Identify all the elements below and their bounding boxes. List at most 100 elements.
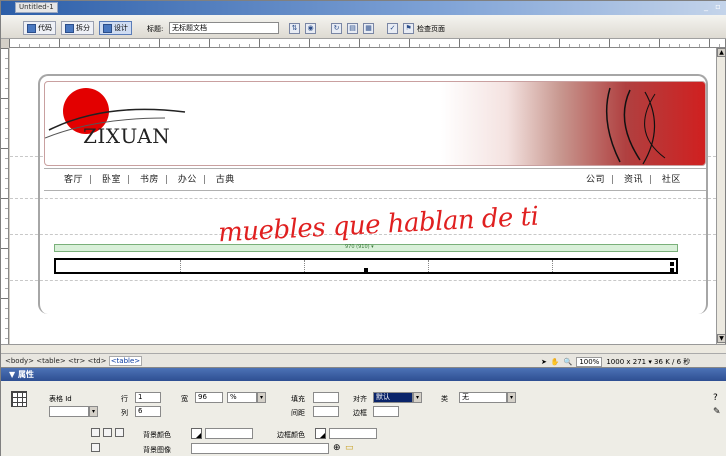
table-resize-handle[interactable] — [670, 262, 674, 266]
bg-image-input[interactable] — [191, 443, 329, 454]
status-right: ➤ ✋ 🔍 100% 1000 x 271 ▾ 36 K / 6 秒 — [541, 357, 690, 367]
bg-color-label: 背景颜色 — [143, 431, 171, 439]
width-input[interactable]: 96 — [195, 392, 223, 403]
design-view-button[interactable]: 设计 — [99, 21, 132, 35]
nav-item-bedroom[interactable]: 卧室 — [102, 172, 121, 185]
nav-item-company[interactable]: 公司 — [586, 172, 605, 185]
design-canvas[interactable]: ZIXUAN 客厅 | 卧室 | 书房 | 办公 | 古典 公司 | 资讯 | 社区 mue… — [10, 48, 716, 344]
border-input[interactable] — [373, 406, 399, 417]
horizontal-ruler[interactable] — [9, 39, 725, 48]
table-width-indicator[interactable]: 970 (910) ▾ — [54, 244, 678, 252]
table-cell-divider — [180, 260, 181, 272]
brand-name: ZIXUAN — [83, 124, 171, 148]
nav-item-news[interactable]: 资讯 — [624, 172, 643, 185]
page-frame: ZIXUAN 客厅 | 卧室 | 书房 | 办公 | 古典 公司 | 资讯 | 社区 mue… — [38, 74, 708, 314]
split-view-button[interactable]: 拆分 — [61, 21, 94, 35]
browse-folder-icon[interactable]: ▭ — [345, 443, 354, 453]
nav-item-study[interactable]: 书房 — [140, 172, 159, 185]
code-icon — [27, 23, 36, 33]
tag-selector[interactable]: <body> <table> <tr> <td> <table> — [5, 356, 143, 366]
border-color-label: 边框颜色 — [277, 431, 305, 439]
nav-right: 公司 | 资讯 | 社区 — [586, 172, 681, 185]
hand-tool-icon[interactable]: ✋ — [551, 358, 560, 366]
cols-input[interactable]: 6 — [135, 406, 161, 417]
zoom-select[interactable]: 100% — [576, 357, 603, 367]
header-banner: ZIXUAN — [44, 81, 706, 166]
table-icon — [11, 391, 27, 407]
spacing-input[interactable] — [313, 406, 339, 417]
help-icon[interactable]: ? — [713, 393, 718, 403]
properties-panel: 表格 Id ▾ 行 1 列 6 宽 96 % ▾ 填充 间距 对齐 默认 ▾ 边… — [1, 381, 726, 456]
nav-top-divider — [44, 168, 706, 169]
horizontal-scrollbar[interactable] — [1, 344, 726, 353]
title-label: 标题: — [147, 25, 164, 33]
convert-widths-icon[interactable] — [115, 428, 124, 437]
document-toolbar: 代码 拆分 设计 标题: 无标题文档 ⇅ ◉ ↻ ▤ ▦ ✓ ⚑ 检查页面 — [1, 15, 726, 39]
nav-item-community[interactable]: 社区 — [662, 172, 681, 185]
bg-color-input[interactable] — [205, 428, 253, 439]
nav-bottom-divider — [44, 190, 706, 191]
table-resize-handle[interactable] — [670, 268, 674, 272]
document-tab[interactable]: Untitled-1 — [15, 2, 58, 13]
clear-column-widths-icon[interactable] — [91, 428, 100, 437]
check-browser-icon[interactable]: ⚑ — [403, 23, 414, 34]
vertical-scrollbar[interactable]: ▲ ▼ — [716, 48, 726, 344]
border-color-input[interactable] — [329, 428, 377, 439]
rows-input[interactable]: 1 — [135, 392, 161, 403]
align-dropdown[interactable]: ▾ — [413, 392, 422, 403]
scroll-down-icon[interactable]: ▼ — [717, 334, 726, 343]
selected-table[interactable] — [54, 258, 678, 274]
minimize-icon[interactable]: _ — [701, 2, 711, 12]
clear-row-heights-icon[interactable] — [103, 428, 112, 437]
validate-icon[interactable]: ✓ — [387, 23, 398, 34]
border-color-swatch[interactable] — [315, 428, 326, 439]
width-unit-dropdown[interactable]: ▾ — [257, 392, 266, 403]
select-tool-icon[interactable]: ➤ — [541, 358, 547, 366]
rows-label: 行 — [121, 395, 128, 403]
table-cell-divider — [304, 260, 305, 272]
zoom-tool-icon[interactable]: 🔍 — [564, 358, 573, 366]
cols-label: 列 — [121, 409, 128, 417]
tagline: muebles que hablan de ti — [217, 201, 540, 249]
nav-item-office[interactable]: 办公 — [178, 172, 197, 185]
split-icon — [65, 23, 74, 33]
point-to-file-icon[interactable]: ⊕ — [333, 443, 341, 453]
tag-path[interactable]: <body> <table> <tr> <td> — [5, 357, 109, 365]
dreamweaver-window: Untitled-1 _ ▫ 代码 拆分 设计 标题: 无标题文档 ⇅ ◉ ↻ … — [0, 0, 726, 456]
visual-aids-icon[interactable]: ▦ — [363, 23, 374, 34]
vertical-ruler[interactable] — [1, 48, 9, 344]
page-title-input[interactable]: 无标题文档 — [169, 22, 279, 34]
view-options-icon[interactable]: ▤ — [347, 23, 358, 34]
align-select[interactable]: 默认 — [373, 392, 413, 403]
class-label: 类 — [441, 395, 448, 403]
class-dropdown[interactable]: ▾ — [507, 392, 516, 403]
bg-color-swatch[interactable] — [191, 428, 202, 439]
refresh-icon[interactable]: ↻ — [331, 23, 342, 34]
nav-item-living-room[interactable]: 客厅 — [64, 172, 83, 185]
nav-item-classic[interactable]: 古典 — [216, 172, 235, 185]
quick-tag-editor-icon[interactable]: ✎ — [713, 407, 721, 417]
scroll-up-icon[interactable]: ▲ — [717, 48, 726, 57]
width-unit-select[interactable]: % — [227, 392, 257, 403]
convert-to-pixels-icon[interactable] — [91, 443, 100, 452]
window-size[interactable]: 1000 x 271 ▾ 36 K / 6 秒 — [606, 357, 690, 367]
design-icon — [103, 23, 112, 33]
selected-tag[interactable]: <table> — [108, 356, 143, 366]
bg-image-label: 背景图像 — [143, 446, 171, 454]
restore-icon[interactable]: ▫ — [713, 2, 723, 12]
check-page-label[interactable]: 检查页面 — [417, 24, 445, 34]
properties-panel-header[interactable]: ▼ 属性 — [1, 368, 726, 381]
code-view-button[interactable]: 代码 — [23, 21, 56, 35]
table-id-dropdown[interactable]: ▾ — [89, 406, 98, 417]
file-management-icon[interactable]: ⇅ — [289, 23, 300, 34]
border-label: 边框 — [353, 409, 367, 417]
preview-icon[interactable]: ◉ — [305, 23, 316, 34]
padding-input[interactable] — [313, 392, 339, 403]
nav-left: 客厅 | 卧室 | 书房 | 办公 | 古典 — [64, 172, 235, 185]
table-cell-divider — [428, 260, 429, 272]
table-resize-handle[interactable] — [364, 268, 368, 272]
table-id-field[interactable] — [49, 406, 89, 417]
spacing-label: 间距 — [291, 409, 305, 417]
align-label: 对齐 — [353, 395, 367, 403]
class-select[interactable]: 无 — [459, 392, 507, 403]
